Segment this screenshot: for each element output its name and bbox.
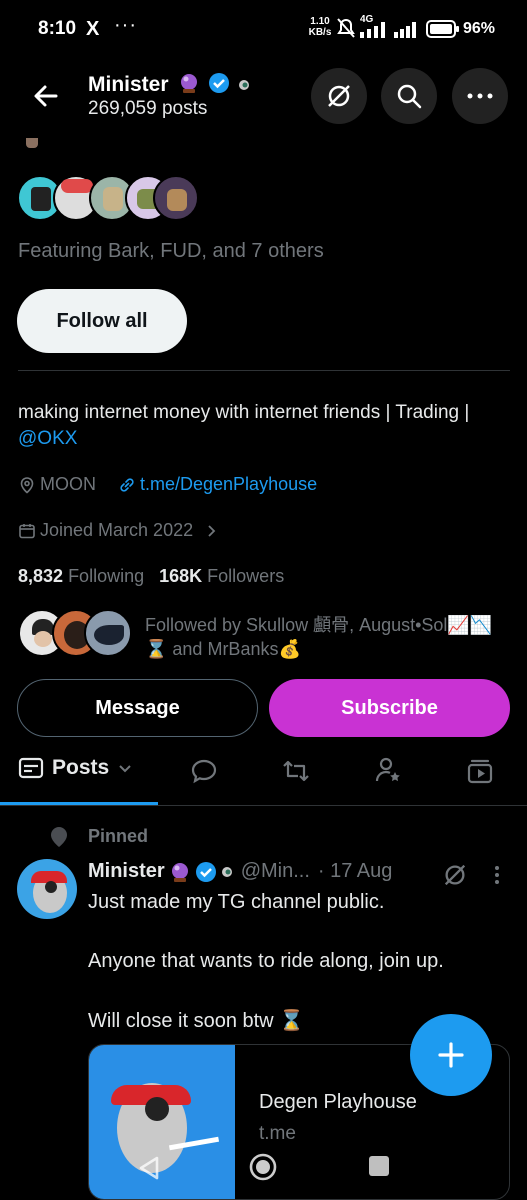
- link-card-title: Degen Playhouse: [259, 1091, 417, 1113]
- featuring-text: Featuring Bark, FUD, and 7 others: [18, 240, 324, 262]
- post-text-line-3: Will close it soon btw ⌛: [88, 1010, 305, 1032]
- highlights-icon: [375, 757, 400, 782]
- message-button[interactable]: Message: [17, 679, 258, 737]
- chevron-right-icon: [208, 524, 216, 537]
- affiliate-badge-icon: [239, 80, 250, 90]
- search-button[interactable]: [381, 68, 437, 124]
- affiliate-badge-icon: [221, 866, 232, 877]
- battery-percent: 96%: [463, 20, 496, 37]
- posts-icon: [18, 757, 44, 779]
- more-button[interactable]: [452, 68, 508, 124]
- post-handle[interactable]: @Min...: [241, 860, 310, 883]
- system-nav-bar: [0, 1140, 527, 1200]
- battery-icon: [426, 20, 459, 38]
- grok-icon: [328, 85, 350, 107]
- bio-link[interactable]: @OKX: [18, 428, 77, 449]
- link-icon: [120, 477, 134, 492]
- chevron-down-icon: [119, 765, 131, 773]
- location: MOON: [18, 474, 96, 495]
- mute-icon: [337, 18, 355, 38]
- tab-media[interactable]: [466, 758, 494, 789]
- post-header: Minister @Min... · 17 Aug: [88, 860, 392, 883]
- calendar-icon: [19, 523, 35, 538]
- post-date[interactable]: · 17 Aug: [318, 860, 393, 883]
- plus-icon: [438, 1042, 464, 1068]
- signal-icon-1: [360, 22, 385, 38]
- back-arrow-icon: [34, 85, 58, 107]
- tab-posts-label: Posts: [52, 756, 110, 779]
- grok-icon[interactable]: [442, 862, 468, 888]
- nav-back-icon[interactable]: [135, 1154, 161, 1182]
- avatar: [153, 175, 199, 221]
- joined-date[interactable]: Joined March 2022: [18, 520, 219, 541]
- bio: making internet money with internet frie…: [18, 400, 498, 452]
- crystal-ball-icon: [171, 862, 188, 882]
- post-text-line-1: Just made my TG channel public.: [88, 891, 385, 913]
- verified-icon: [209, 73, 230, 93]
- follow-stats: 8,832 Following 168K Followers: [18, 566, 284, 587]
- truncated-emoji: [26, 138, 38, 148]
- status-bar: 8:10 X ··· 1.10 KB/s 4G 96%: [0, 0, 527, 58]
- location-icon: [20, 476, 34, 494]
- x-app-icon: X: [86, 18, 100, 40]
- website-link[interactable]: t.me/DegenPlayhouse: [118, 474, 317, 495]
- tab-posts[interactable]: Posts: [18, 756, 133, 780]
- divider: [18, 370, 510, 371]
- tabs-divider: [0, 805, 527, 806]
- post-more-icon[interactable]: [493, 864, 501, 886]
- pinned-label: Pinned: [88, 826, 149, 846]
- more-icon: [467, 93, 493, 99]
- search-icon: [397, 84, 422, 109]
- tab-highlights[interactable]: [374, 756, 402, 789]
- featured-avatars[interactable]: [17, 175, 199, 221]
- follow-all-button[interactable]: Follow all: [17, 289, 187, 353]
- verified-icon: [195, 861, 216, 882]
- profile-title: Minister: [88, 72, 250, 97]
- bio-text: making internet money with internet frie…: [18, 402, 470, 423]
- avatar: [84, 609, 132, 657]
- notification-dots: ···: [114, 14, 137, 36]
- replies-icon: [191, 759, 217, 784]
- media-icon: [467, 759, 493, 784]
- post-text-line-2: Anyone that wants to ride along, join up…: [88, 950, 444, 972]
- status-time: 8:10: [38, 18, 77, 39]
- compose-button[interactable]: [410, 1014, 492, 1096]
- followers-link[interactable]: 168K Followers: [159, 566, 284, 586]
- signal-icon-2: [394, 22, 416, 38]
- nav-home-icon[interactable]: [248, 1152, 278, 1182]
- subscribe-button[interactable]: Subscribe: [269, 679, 510, 737]
- grok-button[interactable]: [311, 68, 367, 124]
- crystal-ball-icon: [181, 74, 198, 93]
- back-button[interactable]: [30, 80, 62, 112]
- pin-icon: [51, 827, 67, 847]
- network-speed: 1.10 KB/s: [308, 16, 332, 38]
- retweet-icon: [283, 760, 309, 782]
- post-avatar[interactable]: [17, 859, 77, 919]
- nav-recents-icon[interactable]: [368, 1155, 390, 1177]
- followed-by-text[interactable]: Followed by Skullow 顱骨, August•Sol📈📉⌛ an…: [145, 613, 505, 661]
- tab-replies[interactable]: [190, 758, 218, 789]
- post-author-name[interactable]: Minister: [88, 860, 165, 883]
- tab-reposts[interactable]: [282, 758, 310, 789]
- following-link[interactable]: 8,832 Following: [18, 566, 144, 586]
- profile-name: Minister: [88, 73, 169, 96]
- followed-by-avatars[interactable]: [18, 609, 134, 659]
- post-count: 269,059 posts: [88, 98, 208, 119]
